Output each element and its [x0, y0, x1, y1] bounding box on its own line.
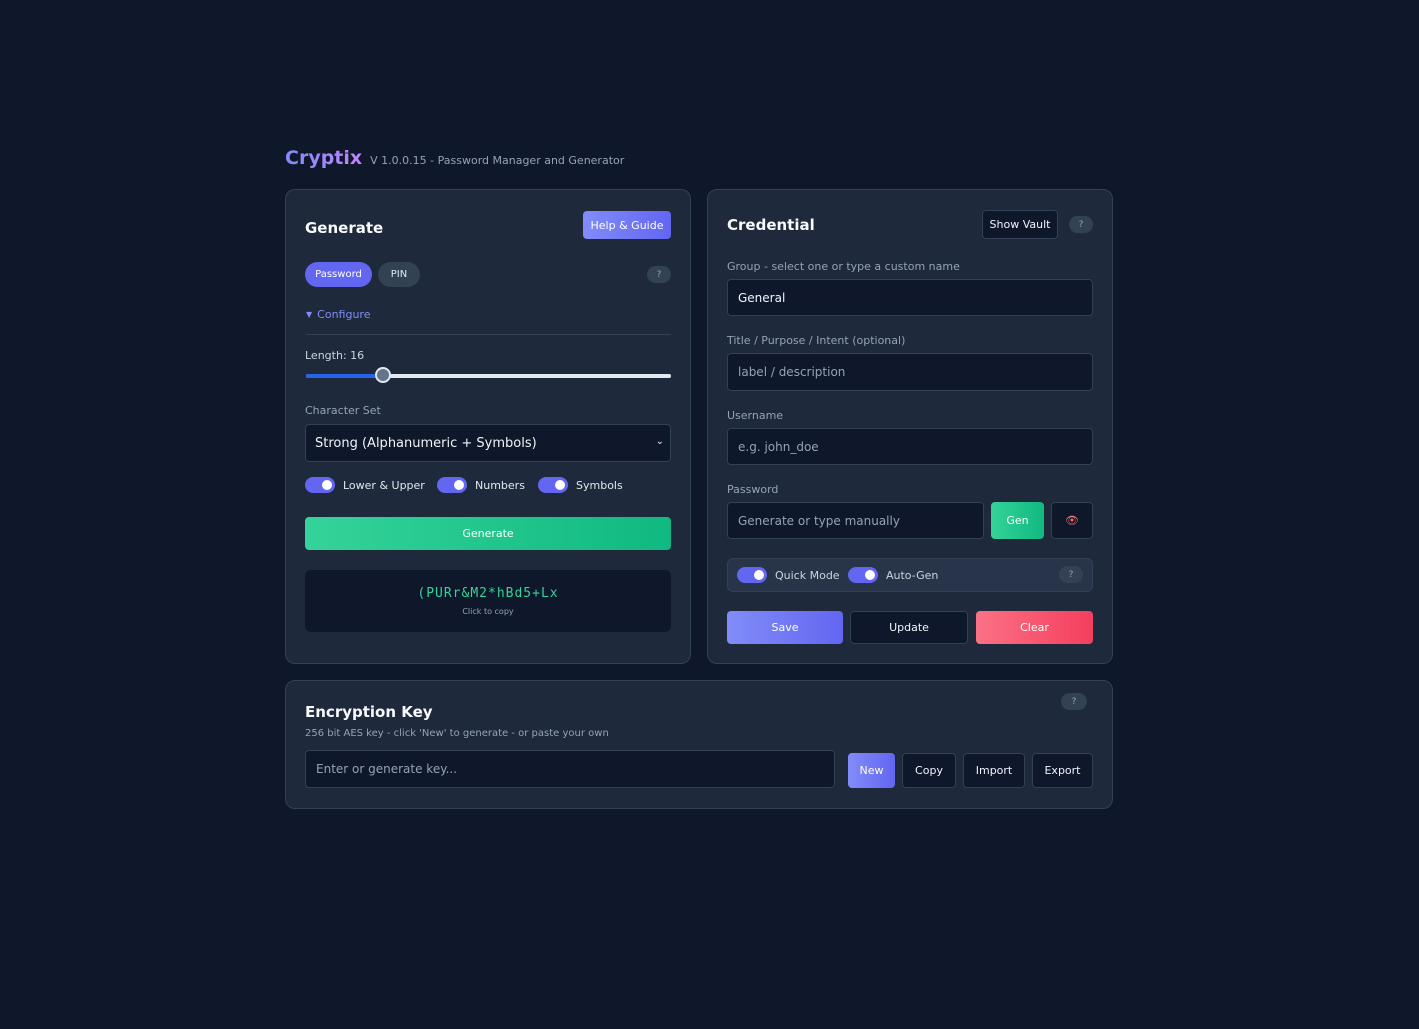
toggle-lower-upper[interactable]: Lower & Upper	[305, 477, 425, 493]
generate-panel: Generate Help & Guide Password PIN ? ▼ C…	[285, 189, 691, 664]
username-label: Username	[727, 409, 784, 422]
help-guide-button[interactable]: Help & Guide	[583, 211, 671, 239]
show-vault-button[interactable]: Show Vault	[982, 210, 1058, 239]
username-placeholder: e.g. john_doe	[738, 439, 819, 454]
clear-button[interactable]: Clear	[976, 611, 1093, 644]
username-input[interactable]: e.g. john_doe	[727, 428, 1093, 465]
toggle-numbers-label: Numbers	[475, 478, 525, 492]
credential-help-icon[interactable]: ?	[1069, 216, 1093, 233]
import-key-button[interactable]: Import	[963, 753, 1025, 788]
toggle-numbers[interactable]: Numbers	[437, 477, 525, 493]
app-brand: Cryptix	[285, 147, 363, 169]
password-placeholder: Generate or type manually	[738, 513, 900, 528]
save-button[interactable]: Save	[727, 611, 843, 644]
password-label: Password	[727, 483, 779, 496]
triangle-down-icon: ▼	[306, 310, 313, 319]
configure-toggle[interactable]: ▼ Configure	[306, 308, 370, 321]
auto-gen-label: Auto-Gen	[886, 568, 939, 582]
toggle-switch-icon[interactable]	[848, 567, 878, 583]
show-password-eye-icon[interactable]: 👁	[1051, 502, 1093, 539]
toggle-symbols[interactable]: Symbols	[538, 477, 623, 493]
title-input[interactable]: label / description	[727, 353, 1093, 391]
charset-label: Character Set	[305, 404, 381, 417]
generated-password[interactable]: (PURr&M2*hBd5+Lx	[417, 586, 558, 601]
encryption-title: Encryption Key	[305, 703, 433, 721]
app-version: V 1.0.0.15 - Password Manager and Genera…	[370, 154, 625, 167]
toggle-quick-mode[interactable]: Quick Mode	[737, 567, 840, 583]
toggle-auto-gen[interactable]: Auto-Gen	[848, 567, 938, 583]
generate-button[interactable]: Generate	[305, 517, 671, 550]
quick-options-row: Quick Mode Auto-Gen ?	[727, 558, 1093, 592]
toggle-symbols-label: Symbols	[576, 478, 623, 492]
encryption-subtitle: 256 bit AES key - click 'New' to generat…	[305, 728, 609, 739]
toggle-switch-icon[interactable]	[305, 477, 335, 493]
configure-divider	[306, 334, 671, 335]
new-key-button[interactable]: New	[848, 753, 895, 788]
configure-label: Configure	[317, 308, 371, 321]
chevron-down-icon: ⌄	[655, 436, 664, 447]
toggle-switch-icon[interactable]	[437, 477, 467, 493]
gen-button[interactable]: Gen	[991, 502, 1044, 539]
length-slider[interactable]	[306, 367, 671, 383]
quick-help-icon[interactable]: ?	[1059, 566, 1083, 583]
password-output[interactable]: (PURr&M2*hBd5+Lx Click to copy	[305, 570, 671, 632]
encryption-help-icon[interactable]: ?	[1061, 693, 1087, 710]
title-label: Title / Purpose / Intent (optional)	[727, 334, 906, 347]
tab-password[interactable]: Password	[305, 262, 372, 287]
encryption-key-input[interactable]: Enter or generate key...	[305, 750, 835, 788]
generate-title: Generate	[305, 219, 384, 237]
encryption-key-panel: Encryption Key 256 bit AES key - click '…	[285, 680, 1113, 809]
export-key-button[interactable]: Export	[1032, 753, 1093, 788]
group-label: Group - select one or type a custom name	[727, 260, 960, 273]
tab-pin[interactable]: PIN	[378, 262, 420, 287]
key-placeholder: Enter or generate key...	[316, 762, 458, 776]
group-input[interactable]: General	[727, 279, 1093, 316]
toggle-switch-icon[interactable]	[538, 477, 568, 493]
length-slider-fill	[306, 374, 383, 378]
charset-value: Strong (Alphanumeric + Symbols)	[315, 435, 537, 451]
app-header: Cryptix V 1.0.0.15 - Password Manager an…	[285, 147, 624, 169]
charset-select[interactable]: Strong (Alphanumeric + Symbols) ⌄	[305, 424, 671, 462]
password-input[interactable]: Generate or type manually	[727, 502, 984, 539]
generate-help-icon[interactable]: ?	[647, 266, 671, 283]
group-value: General	[738, 290, 786, 305]
title-placeholder: label / description	[738, 365, 846, 379]
length-label: Length: 16	[305, 349, 365, 362]
quick-mode-label: Quick Mode	[775, 568, 840, 582]
credential-title: Credential	[727, 216, 815, 234]
toggle-lower-upper-label: Lower & Upper	[343, 478, 425, 492]
update-button[interactable]: Update	[850, 611, 968, 644]
copy-key-button[interactable]: Copy	[902, 753, 956, 788]
toggle-switch-icon[interactable]	[737, 567, 767, 583]
credential-panel: Credential Show Vault ? Group - select o…	[707, 189, 1113, 664]
length-slider-thumb[interactable]	[374, 367, 391, 383]
copy-hint: Click to copy	[462, 607, 514, 616]
